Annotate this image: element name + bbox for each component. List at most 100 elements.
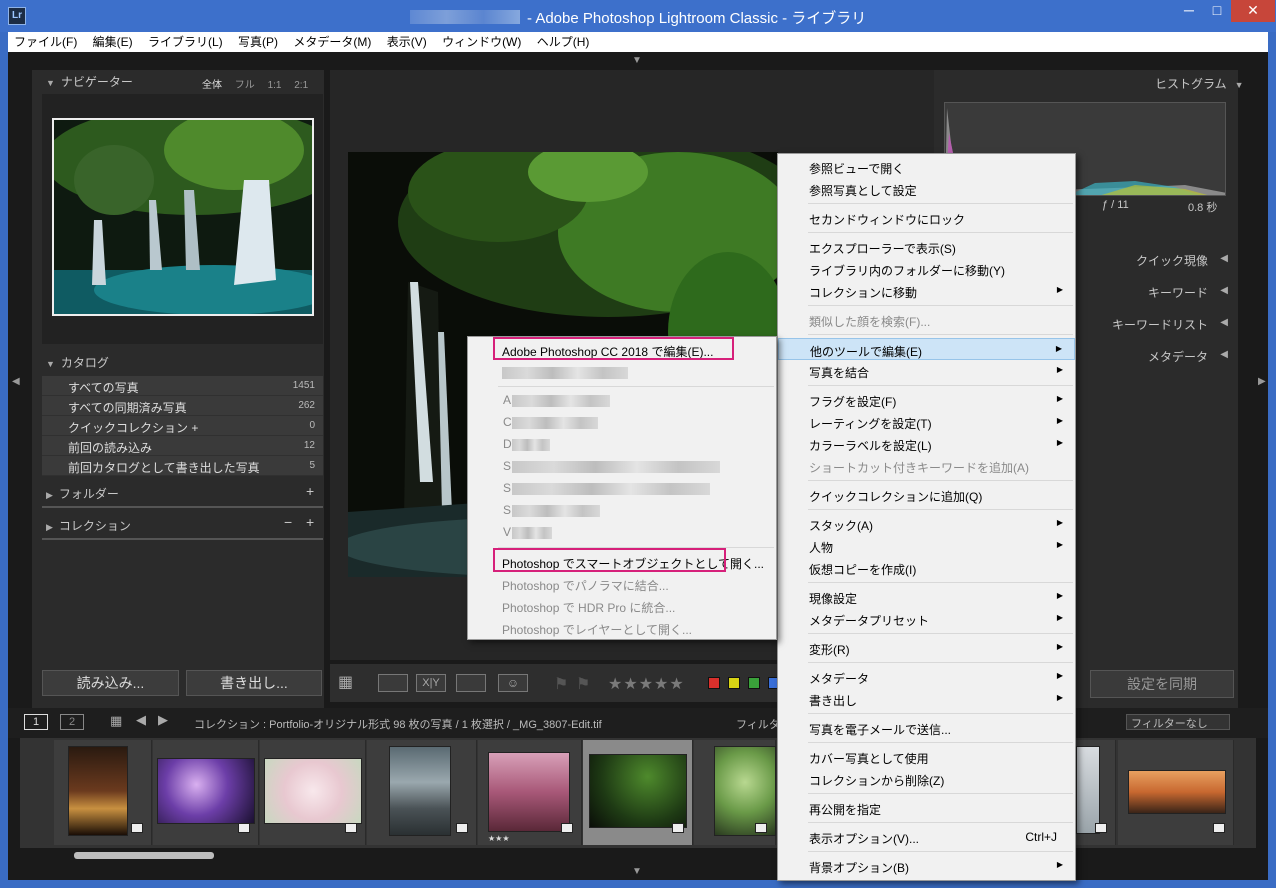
context-menu-item[interactable]: 類似した顔を検索(F)... bbox=[778, 309, 1075, 331]
context-menu-item[interactable]: 他のツールで編集(E) ▶ bbox=[778, 338, 1075, 360]
open-as-layers-item[interactable]: Photoshop でレイヤーとして開く... bbox=[468, 617, 776, 639]
main-window-button[interactable]: 1 bbox=[24, 714, 48, 730]
filmstrip-thumbnail[interactable] bbox=[264, 758, 362, 824]
menu-library[interactable]: ライブラリ(L) bbox=[142, 32, 229, 52]
context-menu-item[interactable]: 現像設定 ▶ bbox=[778, 586, 1075, 608]
filmstrip-thumbnail[interactable] bbox=[1076, 746, 1100, 834]
filmstrip-thumbnail[interactable] bbox=[1128, 770, 1226, 814]
context-menu-item[interactable]: 再公開を指定 bbox=[778, 797, 1075, 819]
label-green[interactable] bbox=[748, 677, 760, 689]
folders-header[interactable]: ▶ フォルダー bbox=[46, 485, 119, 507]
back-arrow-icon[interactable]: ◀ bbox=[136, 712, 146, 728]
catalog-header[interactable]: ▼ カタログ bbox=[46, 354, 109, 376]
zoom-2-1[interactable]: 2:1 bbox=[294, 80, 308, 91]
import-button[interactable]: 読み込み... bbox=[42, 670, 179, 696]
filmstrip-cell[interactable] bbox=[694, 740, 776, 845]
add-collection-icon[interactable]: + bbox=[306, 514, 314, 536]
navigator-preview-image[interactable] bbox=[52, 118, 314, 316]
filmstrip-cell-selected[interactable] bbox=[583, 740, 693, 845]
filmstrip-thumbnail[interactable] bbox=[488, 752, 570, 832]
people-view-icon[interactable]: ☺ bbox=[498, 674, 528, 692]
catalog-item-previous-import[interactable]: 前回の読み込み 12 bbox=[42, 436, 323, 456]
filmstrip-cell[interactable] bbox=[54, 740, 152, 845]
catalog-item-synced[interactable]: すべての同期済み写真 262 bbox=[42, 396, 323, 416]
minimize-button[interactable]: ─ bbox=[1175, 0, 1203, 22]
filmstrip-scrollbar[interactable] bbox=[74, 852, 214, 859]
left-panel-toggle-icon[interactable]: ◀ bbox=[12, 376, 20, 387]
second-window-button[interactable]: 2 bbox=[60, 714, 84, 730]
flag-reject-icon[interactable]: ⚑ bbox=[576, 674, 590, 694]
context-menu-item[interactable]: 書き出し ▶ bbox=[778, 688, 1075, 710]
context-menu-item[interactable]: ライブラリ内のフォルダーに移動(Y) bbox=[778, 258, 1075, 280]
merge-to-hdr-pro-item[interactable]: Photoshop で HDR Pro に統合... bbox=[468, 595, 776, 617]
filmstrip-cell[interactable] bbox=[260, 740, 366, 845]
context-menu-item[interactable]: コレクションから削除(Z) bbox=[778, 768, 1075, 790]
menu-photo[interactable]: 写真(P) bbox=[232, 32, 284, 52]
filter-select[interactable]: フィルターなし bbox=[1126, 714, 1230, 730]
merge-to-panorama-item[interactable]: Photoshop でパノラマに結合... bbox=[468, 573, 776, 595]
filmstrip-thumbnail[interactable] bbox=[68, 746, 128, 836]
filmstrip-cell[interactable] bbox=[1118, 740, 1234, 845]
export-button[interactable]: 書き出し... bbox=[186, 670, 322, 696]
catalog-item-quick-collection[interactable]: クイックコレクション +0 bbox=[42, 416, 323, 436]
context-menu-item[interactable]: 仮想コピーを作成(I) bbox=[778, 557, 1075, 579]
maximize-button[interactable]: □ bbox=[1203, 0, 1231, 22]
filmstrip-cell[interactable] bbox=[367, 740, 477, 845]
context-menu-item[interactable]: カバー写真として使用 bbox=[778, 746, 1075, 768]
context-menu-item[interactable]: セカンドウィンドウにロック bbox=[778, 207, 1075, 229]
grid-view-icon[interactable]: ▦ bbox=[338, 672, 370, 691]
menu-view[interactable]: 表示(V) bbox=[381, 32, 433, 52]
compare-view-icon[interactable]: X|Y bbox=[416, 674, 446, 692]
label-yellow[interactable] bbox=[728, 677, 740, 689]
context-menu-item[interactable]: コレクションに移動 ▶ bbox=[778, 280, 1075, 302]
sync-settings-button[interactable]: 設定を同期 bbox=[1090, 670, 1234, 698]
context-menu-item[interactable]: クイックコレクションに追加(Q) bbox=[778, 484, 1075, 506]
menu-edit[interactable]: 編集(E) bbox=[87, 32, 139, 52]
right-panel-toggle-icon[interactable]: ▶ bbox=[1258, 376, 1266, 387]
context-menu-item[interactable]: 写真を結合 ▶ bbox=[778, 360, 1075, 382]
context-menu-item[interactable]: カラーラベルを設定(L) ▶ bbox=[778, 433, 1075, 455]
source-path[interactable]: コレクション : Portfolio-オリジナル形式 98 枚の写真 / 1 枚… bbox=[194, 716, 602, 732]
filmstrip-thumbnail[interactable] bbox=[157, 758, 255, 824]
filmstrip-thumbnail[interactable] bbox=[589, 754, 687, 828]
forward-arrow-icon[interactable]: ▶ bbox=[158, 712, 168, 728]
context-menu-item[interactable]: 写真を電子メールで送信... bbox=[778, 717, 1075, 739]
navigator-header[interactable]: ▼ ナビゲーター bbox=[46, 73, 133, 95]
keywording-section[interactable]: キーワード ◀ bbox=[1074, 277, 1238, 305]
rating-stars[interactable]: ★★★★★ bbox=[608, 674, 685, 694]
filmstrip-cell[interactable] bbox=[153, 740, 259, 845]
context-menu-item[interactable]: 表示オプション(V)... Ctrl+J bbox=[778, 826, 1075, 848]
context-menu-item[interactable]: レーティングを設定(T) ▶ bbox=[778, 411, 1075, 433]
menu-help[interactable]: ヘルプ(H) bbox=[531, 32, 596, 52]
context-menu-item[interactable]: エクスプローラーで表示(S) bbox=[778, 236, 1075, 258]
survey-view-icon[interactable] bbox=[456, 674, 486, 692]
context-menu-item[interactable]: 変形(R) ▶ bbox=[778, 637, 1075, 659]
filmstrip-thumbnail[interactable] bbox=[389, 746, 451, 836]
close-button[interactable]: ✕ bbox=[1231, 0, 1275, 22]
context-menu-item[interactable]: 背景オプション(B) ▶ bbox=[778, 855, 1075, 877]
menu-metadata[interactable]: メタデータ(M) bbox=[287, 32, 377, 52]
context-menu-item[interactable]: メタデータプリセット ▶ bbox=[778, 608, 1075, 630]
context-menu-item[interactable]: 参照ビューで開く bbox=[778, 156, 1075, 178]
top-panel-toggle-icon[interactable]: ▼ bbox=[632, 55, 642, 66]
collections-header[interactable]: ▶ コレクション bbox=[46, 517, 131, 539]
quick-develop-section[interactable]: クイック現像 ◀ bbox=[1074, 245, 1238, 273]
filmstrip-cell[interactable] bbox=[1076, 740, 1116, 845]
zoom-1-1[interactable]: 1:1 bbox=[268, 80, 282, 91]
catalog-item-all-photos[interactable]: すべての写真 1451 bbox=[42, 376, 323, 396]
context-menu-item[interactable]: メタデータ ▶ bbox=[778, 666, 1075, 688]
context-menu-item[interactable]: フラグを設定(F) ▶ bbox=[778, 389, 1075, 411]
zoom-fit[interactable]: 全体 bbox=[202, 80, 222, 91]
add-folder-icon[interactable]: + bbox=[306, 483, 314, 505]
context-menu-item[interactable]: 人物 ▶ bbox=[778, 535, 1075, 557]
flag-pick-icon[interactable]: ⚑ bbox=[554, 674, 568, 694]
histogram-header[interactable]: ヒストグラム ▼ bbox=[1155, 75, 1244, 97]
context-menu-item[interactable]: ショートカット付きキーワードを追加(A) bbox=[778, 455, 1075, 477]
grid-icon[interactable]: ▦ bbox=[110, 713, 122, 729]
context-menu-item[interactable]: スタック(A) ▶ bbox=[778, 513, 1075, 535]
menu-file[interactable]: ファイル(F) bbox=[8, 32, 83, 52]
context-menu-item[interactable]: 参照写真として設定 bbox=[778, 178, 1075, 200]
bottom-panel-toggle-icon[interactable]: ▼ bbox=[632, 866, 642, 877]
filmstrip-cell[interactable]: ★★★ bbox=[478, 740, 582, 845]
zoom-fill[interactable]: フル bbox=[235, 80, 255, 91]
